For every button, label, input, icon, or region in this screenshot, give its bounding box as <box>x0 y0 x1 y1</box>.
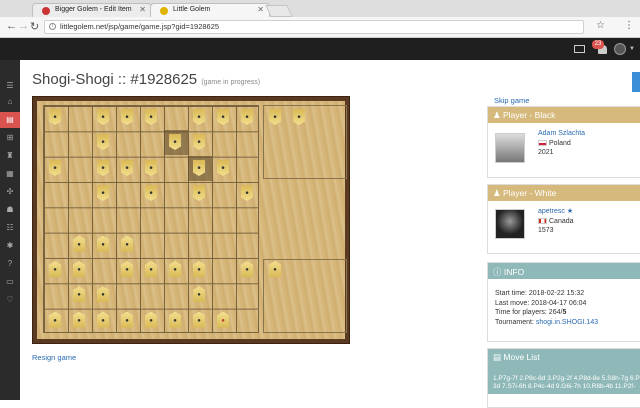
tab-title: Little Golem <box>173 6 211 13</box>
panel-header: ⓘ INFO <box>488 263 640 279</box>
sidebar-home-icon[interactable]: ⌂ <box>0 94 20 110</box>
game-status: (game in progress) <box>201 79 261 86</box>
browser-tab-bar: Bigger Golem - Edit Item ✕ Little Golem … <box>0 0 640 17</box>
last-move: Last move: 2018-04-17 06:04 <box>495 299 587 307</box>
reload-icon[interactable]: ↻ <box>30 20 39 33</box>
address-bar: ← → ↻ i littlegolem.net/jsp/game/game.js… <box>0 17 640 38</box>
back-arrow-icon[interactable]: ← <box>6 20 17 32</box>
info-panel: ⓘ INFO Start time: 2018-02-22 15:32 Last… <box>487 262 640 342</box>
info-circle-icon: ⓘ <box>493 267 502 277</box>
user-avatar[interactable] <box>614 43 626 55</box>
tournament-link[interactable]: shogi.in.SHOGI.143 <box>536 319 598 326</box>
player-white-panel: ♟ Player - White apetresc ★ Canada 1573 <box>487 184 640 254</box>
time-label: Time for players: 264/ <box>495 309 563 316</box>
chevron-down-icon[interactable]: ▼ <box>629 46 635 52</box>
tab-little-golem[interactable]: Little Golem ✕ <box>150 3 270 17</box>
site-top-bar: 23 ▼ <box>0 38 640 60</box>
sidebar-trophy-icon[interactable]: ♜ <box>0 148 20 164</box>
user-icon: ♟ <box>493 188 501 198</box>
start-time: Start time: 2018-02-22 15:32 <box>495 290 585 297</box>
sidebar-games-icon[interactable]: ▤ <box>0 112 20 128</box>
list-icon: ▤ <box>493 352 502 362</box>
mail-icon[interactable] <box>574 45 585 53</box>
sidebar: ☰ ⌂ ▤ ⊞ ♜ ▦ ✣ ☗ ☷ ✱ ? ▭ ♡ <box>0 60 20 400</box>
avatar <box>495 133 525 163</box>
game-title: Shogi-Shogi :: #1928625 <box>32 71 198 88</box>
page-title: Shogi-Shogi :: #1928625 (game in progres… <box>32 71 260 88</box>
tournament-label: Tournament: <box>495 318 536 326</box>
avatar <box>495 209 525 239</box>
canada-flag-icon <box>538 217 547 224</box>
bookmark-star-icon[interactable]: ☆ <box>596 20 605 31</box>
sidebar-help-icon[interactable]: ? <box>0 256 20 272</box>
favicon-icon <box>42 7 50 15</box>
action-button[interactable] <box>632 72 640 92</box>
move-line: 3d 7.S7i-6h 8.P4c-4d 9.G6i-7h 10.R8b-4b … <box>493 383 636 390</box>
poland-flag-icon <box>538 139 547 146</box>
player-name-link[interactable]: apetresc <box>538 208 565 215</box>
resign-game-link[interactable]: Resign game <box>32 353 76 362</box>
shogi-piece[interactable]: ● <box>121 160 133 176</box>
time-value: 5 <box>562 309 567 316</box>
sidebar-puzzle-icon[interactable]: ✣ <box>0 184 20 200</box>
player-rating: 2021 <box>538 149 554 156</box>
shogi-board[interactable]: ● ● ● ● ● ● ● ● ● ● ● ● ● ● ● ● ● ● ● ● ● ● ● ● ● ● ● ● ● ● ● ● ● ● ● ● ● ● ● ●… <box>37 101 347 339</box>
panel-title: Move List <box>503 352 540 362</box>
shogi-piece[interactable]: ● <box>217 160 229 176</box>
sidebar-settings-icon[interactable]: ✱ <box>0 238 20 254</box>
tab-bigger-golem[interactable]: Bigger Golem - Edit Item ✕ <box>32 3 152 17</box>
skip-game-link[interactable]: Skip game <box>494 96 529 105</box>
player-name-link[interactable]: Adam Szlachta <box>538 129 639 139</box>
shogi-piece[interactable]: ● <box>97 160 109 176</box>
notification-badge: 23 <box>592 40 604 49</box>
shogi-piece[interactable]: ● <box>145 160 157 176</box>
player-black-panel: ♟ Player - Black Adam Szlachta Poland 20… <box>487 106 640 178</box>
move-list-panel: ▤ Move List 1.P7g-7f 2.P8c-8d 3.P2g-2f 4… <box>487 348 640 408</box>
panel-header: ♟ Player - White <box>488 185 640 201</box>
tab-title: Bigger Golem - Edit Item <box>55 6 132 13</box>
url-input[interactable]: i littlegolem.net/jsp/game/game.jsp?gid=… <box>44 20 584 34</box>
player-rating: 1573 <box>538 227 554 234</box>
sidebar-calendar-icon[interactable]: ▦ <box>0 166 20 182</box>
move-list: 1.P7g-7f 2.P8c-8d 3.P2g-2f 4.P8d-8e 5.S8… <box>488 365 640 394</box>
url-text: littlegolem.net/jsp/game/game.jsp?gid=19… <box>60 22 220 31</box>
panel-title: Player - Black <box>503 110 556 120</box>
shogi-piece[interactable]: ● <box>193 160 205 176</box>
info-icon[interactable]: i <box>49 23 56 30</box>
star-icon: ★ <box>566 208 574 215</box>
country-name: Poland <box>549 139 571 147</box>
menu-icon[interactable]: ⋮ <box>624 20 634 31</box>
forward-arrow-icon[interactable]: → <box>18 20 29 32</box>
shogi-board-frame: ● ● ● ● ● ● ● ● ● ● ● ● ● ● ● ● ● ● ● ● ● ● ● ● ● ● ● ● ● ● ● ● ● ● ● ● ● ● ● ●… <box>32 96 350 344</box>
move-line: 1.P7g-7f 2.P8c-8d 3.P2g-2f 4.P8d-8e 5.S8… <box>493 375 640 382</box>
close-icon[interactable]: ✕ <box>257 5 264 14</box>
panel-header: ▤ Move List <box>488 349 640 365</box>
country-name: Canada <box>549 217 574 225</box>
panel-title: Player - White <box>503 188 557 198</box>
panel-body: Start time: 2018-02-22 15:32 Last move: … <box>488 279 640 333</box>
sidebar-tree-icon[interactable]: ⊞ <box>0 130 20 146</box>
player-country: Poland <box>538 139 639 149</box>
player-country: Canada <box>538 217 639 227</box>
time-for-players: Time for players: 264/5 <box>495 308 639 318</box>
sidebar-heart-icon[interactable]: ♡ <box>0 292 20 308</box>
panel-title: INFO <box>503 267 525 277</box>
sidebar-document-icon[interactable]: ▭ <box>0 274 20 290</box>
sidebar-group-icon[interactable]: ☷ <box>0 220 20 236</box>
new-tab-button[interactable] <box>265 5 293 17</box>
panel-header: ♟ Player - Black <box>488 107 640 123</box>
star-favicon-icon <box>160 7 168 15</box>
sidebar-users-icon[interactable]: ☗ <box>0 202 20 218</box>
player-name-row: apetresc ★ <box>538 207 639 217</box>
close-icon[interactable]: ✕ <box>139 5 146 14</box>
user-icon: ♟ <box>493 110 501 120</box>
tournament: Tournament: shogi.in.SHOGI.143 <box>495 318 639 328</box>
sidebar-menu-icon[interactable]: ☰ <box>0 78 20 94</box>
shogi-piece[interactable]: ● <box>49 160 61 176</box>
